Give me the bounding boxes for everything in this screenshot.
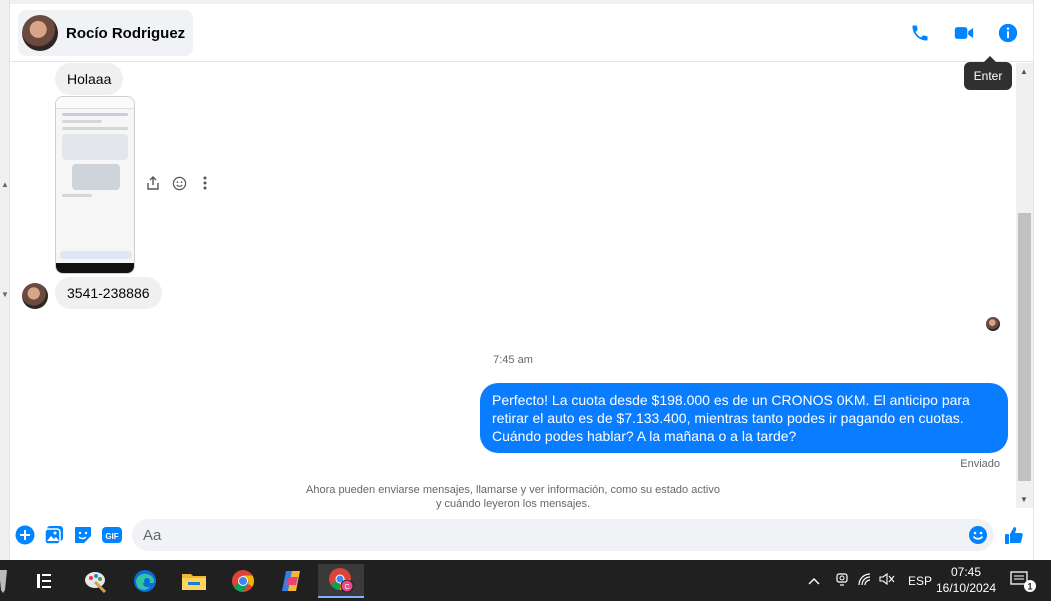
left-window-edge: ▲ ▼: [0, 0, 10, 560]
info-icon[interactable]: [997, 22, 1019, 44]
sticker-icon[interactable]: [72, 524, 94, 546]
message-list[interactable]: Holaaa 3541-238886 7:45 am Perfecto! La …: [10, 63, 1016, 515]
message-timestamp: 7:45 am: [493, 354, 533, 366]
chevron-up-icon[interactable]: [806, 574, 822, 588]
svg-text:C: C: [344, 584, 349, 591]
file-explorer-icon[interactable]: [171, 564, 217, 598]
message-composer: GIF: [10, 515, 1033, 555]
message-input[interactable]: [143, 526, 943, 544]
scroll-up-icon[interactable]: ▲: [1020, 67, 1028, 76]
contact-name[interactable]: Rocío Rodriguez: [66, 25, 185, 42]
gif-icon[interactable]: GIF: [101, 524, 123, 546]
incoming-message[interactable]: Holaaa: [55, 63, 124, 95]
pen-icon[interactable]: [0, 564, 18, 598]
scroll-up-arrow-icon[interactable]: ▲: [1, 180, 9, 190]
phone-icon[interactable]: [909, 22, 931, 44]
right-window-edge: [1033, 0, 1051, 560]
chat-scrollbar[interactable]: ▲ ▼: [1016, 63, 1033, 508]
taskbar-clock[interactable]: 07:45 16/10/2024: [930, 564, 1002, 596]
volume-muted-icon[interactable]: [876, 572, 898, 589]
emoji-icon[interactable]: [967, 524, 989, 546]
copilot-icon[interactable]: [269, 564, 315, 598]
photo-icon[interactable]: [43, 524, 65, 546]
chrome-icon[interactable]: [220, 564, 266, 598]
plus-icon[interactable]: [14, 524, 36, 546]
scroll-down-arrow-icon[interactable]: ▼: [1, 290, 9, 300]
incoming-message[interactable]: 3541-238886: [55, 277, 162, 309]
delivery-status: Enviado: [960, 458, 1000, 470]
scroll-down-icon[interactable]: ▼: [1020, 495, 1028, 504]
header-actions: [909, 22, 1019, 44]
message-actions: [145, 175, 213, 191]
language-indicator[interactable]: ESP: [908, 574, 932, 588]
notification-count: 1: [1027, 582, 1032, 592]
sender-avatar[interactable]: [22, 283, 48, 309]
emoji-react-icon[interactable]: [171, 175, 187, 191]
chat-header: Rocío Rodriguez: [10, 4, 1033, 62]
scrollbar-thumb[interactable]: [1018, 213, 1031, 481]
attached-image[interactable]: [55, 96, 135, 274]
wifi-icon[interactable]: [854, 572, 876, 589]
like-icon[interactable]: [1003, 524, 1025, 546]
contact-profile-button[interactable]: Rocío Rodriguez: [18, 10, 194, 56]
connection-notice: Ahora pueden enviarse mensajes, llamarse…: [10, 483, 1016, 511]
notice-line: y cuándo leyeron los mensajes.: [435, 498, 591, 510]
read-receipt-avatar: [986, 317, 1000, 331]
clock-time: 07:45: [950, 565, 982, 579]
windows-taskbar: C ESP 07:45 16/10/2024 1: [0, 560, 1051, 601]
clock-date: 16/10/2024: [935, 581, 997, 595]
share-icon[interactable]: [145, 175, 161, 191]
gif-label: GIF: [105, 532, 118, 541]
camera-icon[interactable]: [830, 571, 854, 590]
notifications-icon[interactable]: 1: [1003, 564, 1043, 598]
edge-browser-icon[interactable]: [122, 564, 168, 598]
messenger-window: ▲ ▼ Rocío Rodriguez Holaaa 3541-238886 7…: [0, 0, 1051, 601]
send-tooltip: Enter: [964, 56, 1012, 90]
outgoing-message[interactable]: Perfecto! La cuota desde $198.000 es de …: [480, 383, 1008, 453]
task-view-icon[interactable]: [22, 564, 68, 598]
message-input-container[interactable]: [132, 519, 994, 551]
notice-line: Ahora pueden enviarse mensajes, llamarse…: [306, 484, 720, 496]
system-tray: ESP: [806, 560, 932, 601]
paint-app-icon[interactable]: [73, 564, 119, 598]
video-icon[interactable]: [953, 22, 975, 44]
more-options-icon[interactable]: [197, 175, 213, 191]
contact-avatar[interactable]: [22, 15, 58, 51]
chrome-profile-icon[interactable]: C: [318, 564, 364, 598]
